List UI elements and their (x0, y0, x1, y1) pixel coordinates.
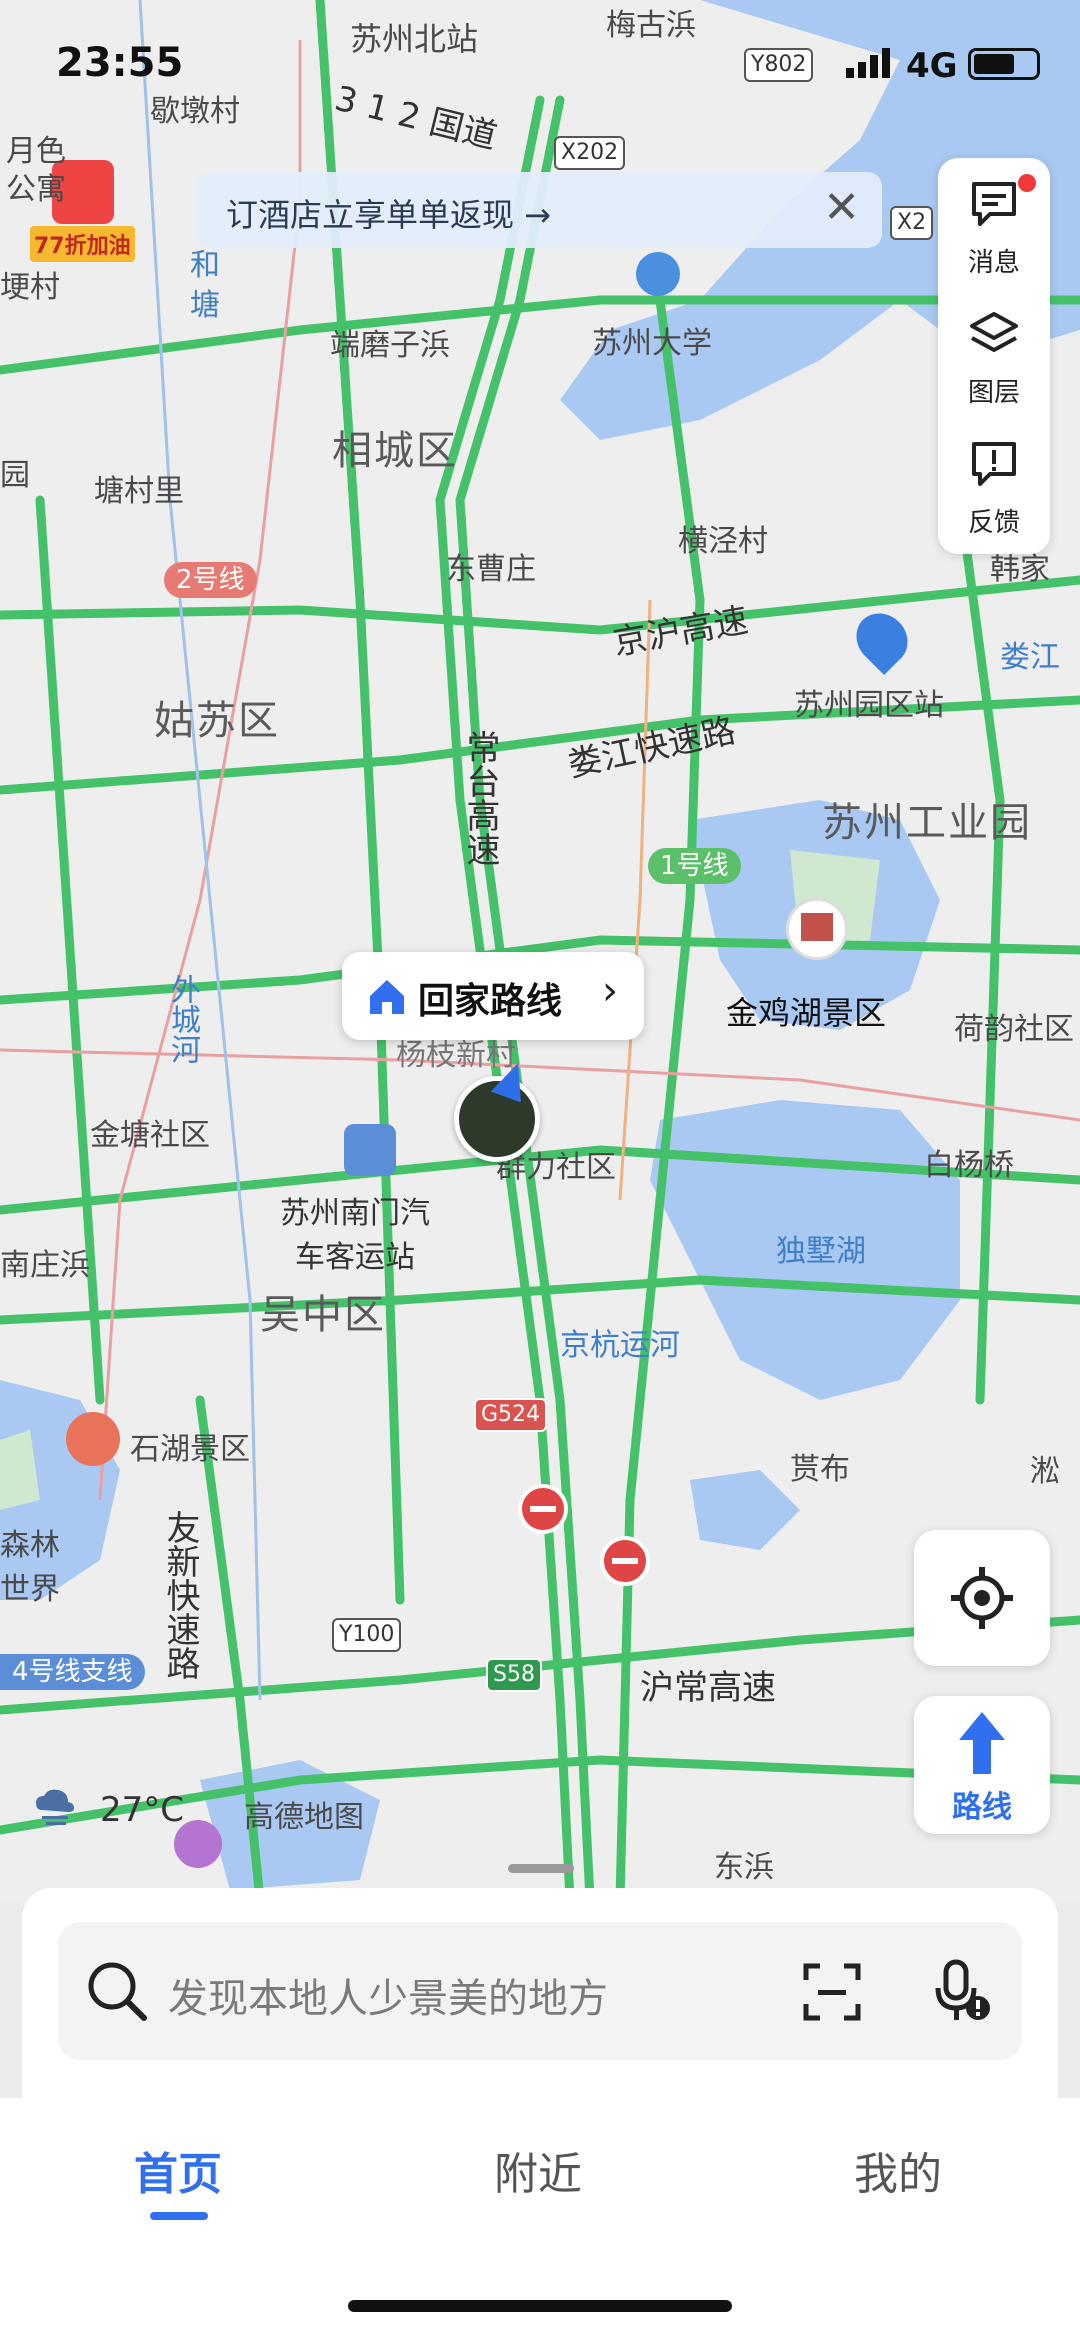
map-label: 森林世界 (0, 1528, 60, 1607)
map-label: 白杨桥 (924, 1148, 1014, 1183)
route-arrow-icon (959, 1712, 1005, 1774)
district-label: 相城区 (332, 428, 458, 474)
feedback-icon (972, 442, 1016, 486)
search-placeholder: 发现本地人少景美的地方 (168, 1976, 608, 2022)
district-label: 吴中区 (260, 1292, 386, 1338)
voice-icon[interactable] (934, 1958, 994, 2024)
road-shield: X2 (890, 206, 934, 240)
home-icon (370, 980, 404, 1014)
road-shield: X202 (554, 136, 626, 170)
map-label: 荷韵社区 (954, 1012, 1074, 1047)
layers-label: 图层 (967, 378, 1020, 408)
road-shield: G524 (474, 1398, 548, 1432)
map-label: 公寓 (6, 172, 66, 207)
no-entry-icon[interactable] (600, 1536, 650, 1586)
poi-label[interactable]: 苏州南门汽车客运站 (280, 1188, 430, 1276)
map-label: 横泾村 (678, 524, 768, 559)
sheet-drag-handle[interactable] (508, 1864, 574, 1873)
district-label: 姑苏区 (154, 698, 280, 744)
messages-label: 消息 (967, 248, 1020, 278)
metro-line-badge: 2号线 (164, 562, 257, 598)
map-label: 外城河 (165, 974, 200, 1064)
poi-label[interactable]: 石湖景区 (130, 1424, 250, 1468)
map-label: 塘村里 (94, 474, 184, 509)
road-shield: Y100 (332, 1618, 402, 1652)
road-shield: Y802 (744, 48, 814, 82)
map-label: 东浜 (714, 1850, 774, 1885)
route-button[interactable]: 路线 (914, 1696, 1050, 1834)
road-shield: S58 (486, 1658, 542, 1692)
map-label: 苏州大学 (592, 326, 712, 361)
message-icon (972, 182, 1016, 226)
network-type: 4G (906, 46, 958, 86)
status-time: 23:55 (56, 40, 184, 86)
map-label: 淞 (1030, 1454, 1060, 1489)
route-label: 路线 (952, 1790, 1012, 1825)
weather-temp: 27°C (100, 1790, 185, 1830)
map-label: 埂村 (0, 270, 60, 305)
map-label: 独墅湖 (776, 1234, 866, 1269)
metro-line-badge: 4号线支线 (0, 1654, 145, 1690)
road-label: 常台高速 (460, 730, 500, 866)
district-label: 苏州工业园 (822, 800, 1032, 846)
side-tool-panel: 消息 图层 反馈 (938, 158, 1050, 554)
no-entry-icon[interactable] (518, 1484, 568, 1534)
battery-icon (968, 48, 1040, 80)
map-label: 塘 (190, 288, 220, 323)
weather-icon (32, 1786, 76, 1826)
map-label: 娄江 (1000, 640, 1060, 675)
cellular-signal-icon (846, 48, 898, 82)
map-label: 园 (0, 458, 30, 493)
map-label: 苏州北站 (350, 20, 479, 58)
poi-label[interactable]: 金鸡湖景区 (726, 988, 886, 1034)
map-label: 南庄浜 (0, 1248, 90, 1283)
close-icon[interactable]: ✕ (823, 182, 860, 233)
map-label: 高德地图 (244, 1800, 364, 1835)
feedback-button[interactable]: 反馈 (938, 418, 1050, 548)
chevron-right-icon: › (602, 968, 618, 1014)
map-label: 歇墩村 (150, 94, 240, 129)
scenic-spot-icon[interactable] (66, 1412, 120, 1466)
search-bar[interactable]: 发现本地人少景美的地方 (58, 1922, 1022, 2060)
tab-home[interactable]: 首页 (134, 2138, 222, 2202)
locate-me-button[interactable] (914, 1530, 1050, 1666)
road-label: 友新快速路 (160, 1510, 200, 1680)
fuel-badge-label: 77折加油 (30, 226, 135, 262)
map-label: 京杭运河 (560, 1328, 680, 1363)
layers-icon (970, 312, 1018, 352)
map-label: 梅古浜 (606, 8, 696, 43)
tab-nearby[interactable]: 附近 (494, 2138, 582, 2202)
hotel-cashback-banner[interactable]: 订酒店立享单单返现 → ✕ (196, 172, 882, 248)
map-canvas[interactable]: 23:55 4G 77折加油 苏州北站 梅古浜 歇墩村 月色 公寓 埂村 和 塘… (0, 0, 1080, 1900)
map-label: 苏州园区站 (794, 688, 944, 723)
home-indicator (348, 2300, 732, 2312)
home-route-button[interactable]: 回家路线 › (342, 952, 644, 1040)
map-label: 金塘社区 (90, 1118, 210, 1153)
banner-text: 订酒店立享单单返现 → (226, 196, 551, 234)
road-label: 沪常高速 (640, 1668, 776, 1708)
active-tab-indicator (150, 2212, 208, 2220)
home-route-label: 回家路线 (418, 981, 563, 1022)
bottom-sheet: 发现本地人少景美的地方 (22, 1888, 1058, 2108)
bus-station-icon[interactable] (344, 1124, 396, 1176)
locate-icon (951, 1567, 1013, 1629)
map-label: 贳布 (790, 1452, 850, 1487)
scenic-spot-icon[interactable] (786, 898, 848, 960)
map-label: 端磨子浜 (330, 328, 450, 363)
map-label: 东曹庄 (446, 552, 536, 587)
messages-button[interactable]: 消息 (938, 158, 1050, 288)
tab-mine[interactable]: 我的 (854, 2138, 942, 2202)
scan-icon[interactable] (802, 1962, 862, 2022)
metro-line-badge: 1号线 (648, 848, 741, 884)
layers-button[interactable]: 图层 (938, 288, 1050, 418)
feedback-label: 反馈 (967, 508, 1020, 538)
shopping-icon[interactable] (174, 1820, 222, 1868)
notification-dot (1018, 174, 1036, 192)
search-icon (88, 1962, 147, 2021)
university-icon[interactable] (636, 252, 680, 296)
